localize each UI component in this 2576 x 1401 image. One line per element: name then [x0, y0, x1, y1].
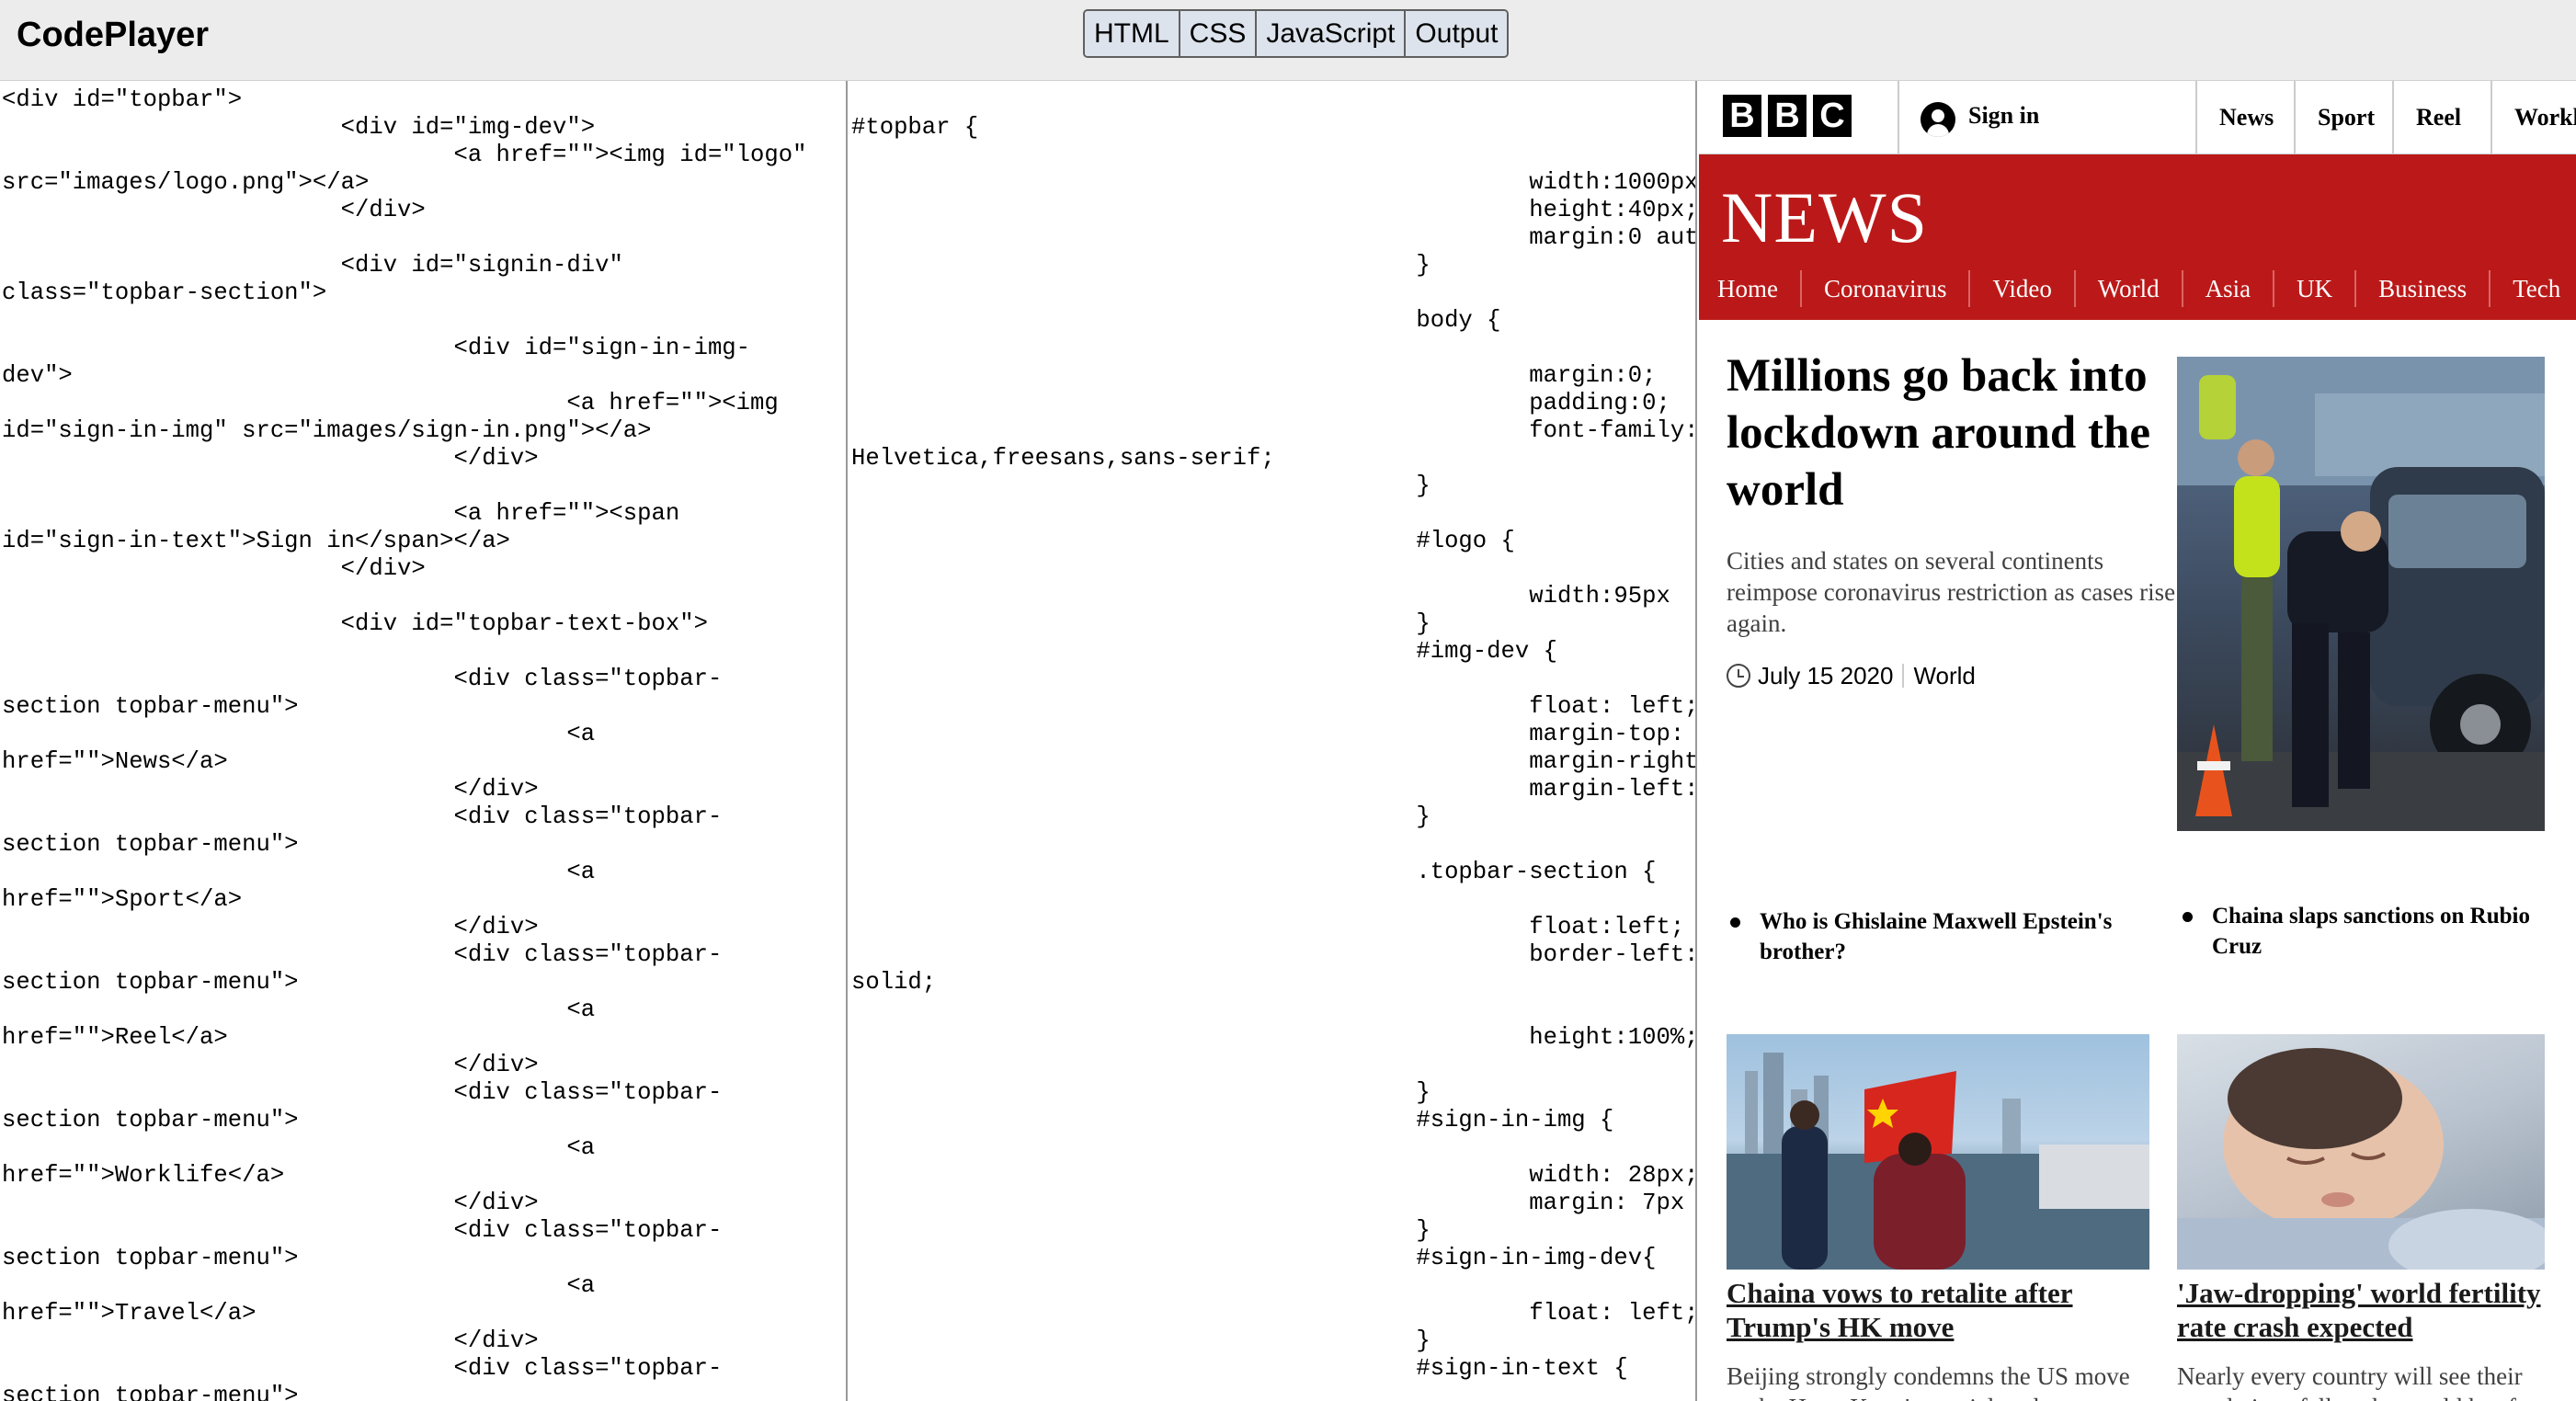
story-summary: Nearly every country will see their popu…: [2177, 1362, 2564, 1401]
user-icon: [1921, 102, 1955, 137]
toggle-output[interactable]: Output: [1406, 11, 1508, 56]
nav-business[interactable]: Business: [2356, 270, 2491, 307]
main-story-image[interactable]: [2177, 357, 2545, 831]
nav-coronavirus[interactable]: Coronavirus: [1802, 270, 1971, 307]
pane-toggles: HTML CSS JavaScript Output: [1083, 9, 1510, 58]
story-date: July 15 2020: [1758, 662, 1894, 689]
story-summary: Beijing strongly condemns the US move to…: [1727, 1362, 2130, 1401]
story-title-link[interactable]: Chaina vows to retalite after Trump's HK…: [1727, 1276, 2149, 1344]
meta-divider: [1902, 664, 1905, 688]
clock-icon: [1727, 664, 1750, 688]
sign-in-text: Sign in: [1968, 102, 2040, 129]
news-nav: Home Coronavirus Video World Asia UK Bus…: [1699, 270, 2576, 307]
main-meta: July 15 2020 World: [1727, 660, 1976, 691]
story-title-link[interactable]: 'Jaw-dropping' world fertility rate cras…: [2177, 1276, 2563, 1344]
topbar-menu-sport[interactable]: Sport: [2294, 81, 2392, 154]
nav-asia[interactable]: Asia: [2183, 270, 2275, 307]
bullet-link[interactable]: Chaina slaps sanctions on Rubio Cruz: [2177, 901, 2563, 962]
app-topbar: CodePlayer HTML CSS JavaScript Output: [0, 0, 2576, 81]
story-tag[interactable]: World: [1913, 660, 1975, 691]
bbc-logo[interactable]: B B C: [1723, 95, 1852, 137]
html-editor-pane[interactable]: <div id="topbar"> <div id="img-dev"> <a …: [0, 81, 848, 1401]
main-summary: Cities and states on several continents …: [1727, 547, 2176, 637]
story-image-hong-kong[interactable]: [1727, 1034, 2149, 1270]
html-code[interactable]: <div id="topbar"> <div id="img-dev"> <a …: [0, 81, 846, 1401]
bbc-page: B B C Sign in News Sport Reel Worklife N…: [1699, 81, 2576, 1401]
main-headline[interactable]: Millions go back into lockdown around th…: [1727, 347, 2205, 518]
news-title[interactable]: NEWS: [1721, 177, 1928, 259]
topbar-menu-news[interactable]: News: [2195, 81, 2294, 154]
bbc-logo-block: C: [1813, 95, 1852, 137]
css-code[interactable]: #topbar { width:1000px; height:40px; mar…: [849, 81, 1695, 1383]
topbar-menu-reel[interactable]: Reel: [2392, 81, 2491, 154]
css-editor-pane[interactable]: #topbar { width:1000px; height:40px; mar…: [849, 81, 1697, 1401]
output-pane: B B C Sign in News Sport Reel Worklife N…: [1699, 81, 2576, 1401]
story-image-baby[interactable]: [2177, 1034, 2545, 1270]
nav-world[interactable]: World: [2076, 270, 2183, 307]
nav-uk[interactable]: UK: [2274, 270, 2357, 307]
bbc-logo-block: B: [1723, 95, 1761, 137]
nav-home[interactable]: Home: [1699, 270, 1802, 307]
nav-video[interactable]: Video: [1970, 270, 2076, 307]
nav-tech[interactable]: Tech: [2491, 270, 2576, 307]
toggle-javascript[interactable]: JavaScript: [1257, 11, 1407, 56]
bullet-link[interactable]: Who is Ghislaine Maxwell Epstein's broth…: [1725, 906, 2138, 967]
bbc-topbar: B B C Sign in News Sport Reel Worklife: [1699, 81, 2576, 154]
news-banner: NEWS Home Coronavirus Video World Asia U…: [1699, 154, 2576, 320]
sign-in-button[interactable]: Sign in: [1898, 81, 2197, 154]
bbc-logo-block: B: [1768, 95, 1807, 137]
topbar-menu-worklife[interactable]: Worklife: [2491, 81, 2576, 154]
toggle-html[interactable]: HTML: [1085, 11, 1180, 56]
toggle-css[interactable]: CSS: [1180, 11, 1258, 56]
app-logo: CodePlayer: [17, 16, 210, 54]
